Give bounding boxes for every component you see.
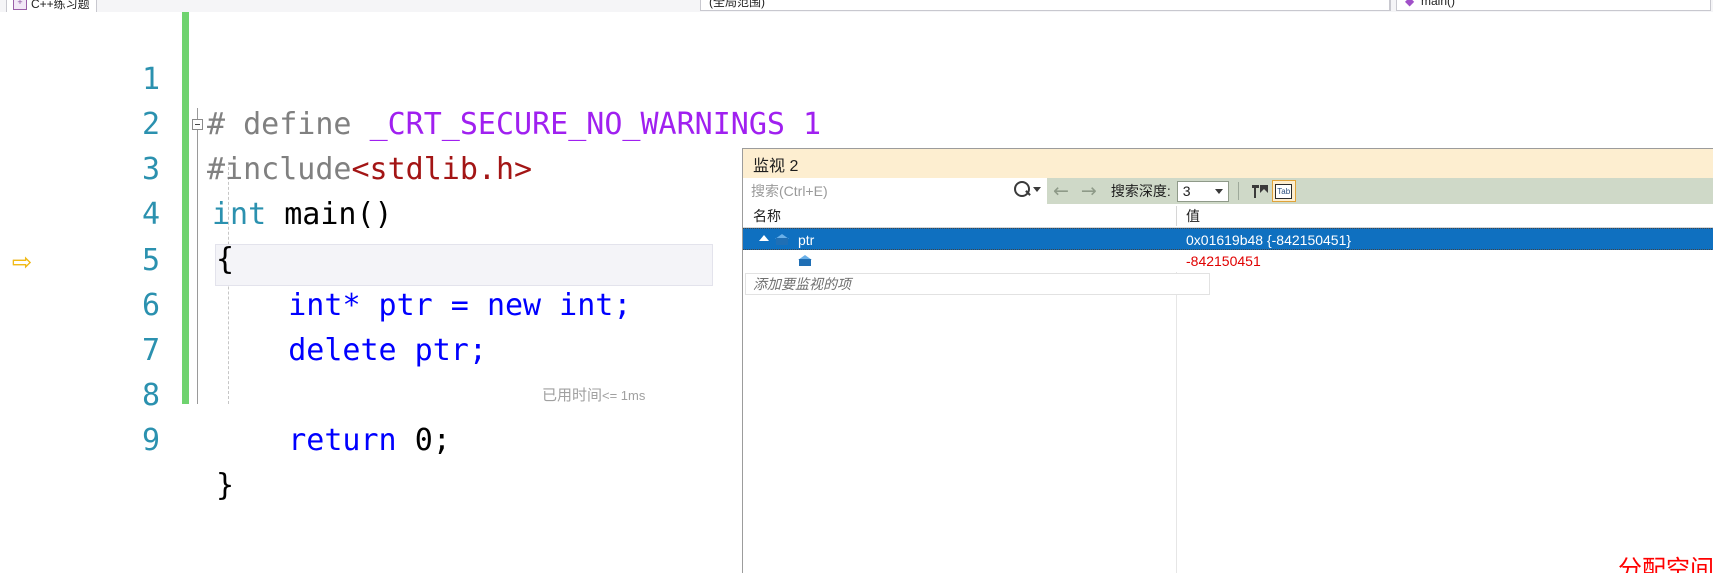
- search-depth-value: 3: [1182, 183, 1191, 199]
- column-header-value[interactable]: 值: [1186, 204, 1200, 228]
- tab-values-glyph: Tab: [1275, 183, 1293, 199]
- cube-icon: [798, 255, 813, 267]
- add-watch-placeholder: 添加要监视的项: [753, 276, 851, 292]
- search-icon-group[interactable]: [1014, 181, 1041, 197]
- watch-toolbar: 搜索(Ctrl+E) ← → 搜索深度: 3 Tab: [743, 178, 1713, 204]
- tab-values-icon[interactable]: Tab: [1271, 180, 1296, 202]
- member-dropdown-value: main(): [1421, 0, 1456, 8]
- search-depth-label: 搜索深度:: [1110, 183, 1171, 199]
- code-line-3[interactable]: 3 int main(): [0, 102, 1713, 232]
- watch-row-value: -842150451: [1186, 253, 1261, 269]
- search-back-button[interactable]: ←: [1047, 181, 1075, 201]
- expander-icon[interactable]: [759, 235, 769, 241]
- toolbar-separator: [1237, 182, 1239, 200]
- pin-filter-icon[interactable]: [1248, 180, 1272, 202]
- method-icon: ◆: [1405, 0, 1415, 8]
- search-input[interactable]: 搜索(Ctrl+E): [743, 178, 1047, 204]
- search-depth-dropdown[interactable]: 3: [1176, 180, 1229, 202]
- code-token: }: [216, 468, 235, 503]
- add-watch-row[interactable]: 添加要监视的项: [743, 273, 1713, 295]
- watch-row-name: ptr: [798, 232, 815, 248]
- column-header-name[interactable]: 名称: [753, 204, 781, 228]
- code-token: return: [216, 423, 415, 458]
- watch-grid-header: 名称 值: [743, 204, 1713, 228]
- file-cpp-icon: +: [13, 0, 27, 10]
- cube-icon: [775, 234, 790, 246]
- watch-window: 监视 2 搜索(Ctrl+E) ← → 搜索深度: 3 Tab 名称 值 ptr…: [742, 148, 1713, 573]
- chevron-down-icon[interactable]: [1214, 188, 1223, 194]
- member-dropdown[interactable]: ◆ main(): [1396, 0, 1711, 11]
- code-token: 0;: [414, 423, 451, 458]
- column-divider[interactable]: [1176, 206, 1177, 226]
- watch-window-title: 监视 2: [753, 157, 799, 175]
- scope-dropdown[interactable]: (全局范围): [700, 0, 1390, 11]
- combo-separator: [1390, 0, 1391, 11]
- table-row[interactable]: -842150451: [743, 250, 1713, 272]
- scope-dropdown-value: (全局范围): [709, 0, 765, 9]
- tab-label: C++练习题: [31, 0, 90, 11]
- search-placeholder: 搜索(Ctrl+E): [751, 183, 828, 199]
- chevron-down-icon[interactable]: [1033, 186, 1041, 192]
- annotation-text: 分配空间，但没有初始化: [1618, 555, 1713, 573]
- line-number: 9: [141, 423, 160, 458]
- search-icon[interactable]: [1014, 181, 1030, 197]
- watch-row-value: 0x01619b48 {-842150451}: [1186, 232, 1352, 248]
- code-line-1[interactable]: 1 # define _CRT_SECURE_NO_WARNINGS 1: [0, 12, 1713, 142]
- search-forward-button[interactable]: →: [1075, 181, 1103, 201]
- table-row[interactable]: ptr 0x01619b48 {-842150451}: [743, 228, 1713, 250]
- watch-title-bar[interactable]: 监视 2: [743, 149, 1713, 178]
- code-line-2[interactable]: 2 #include<stdlib.h>: [0, 57, 1713, 187]
